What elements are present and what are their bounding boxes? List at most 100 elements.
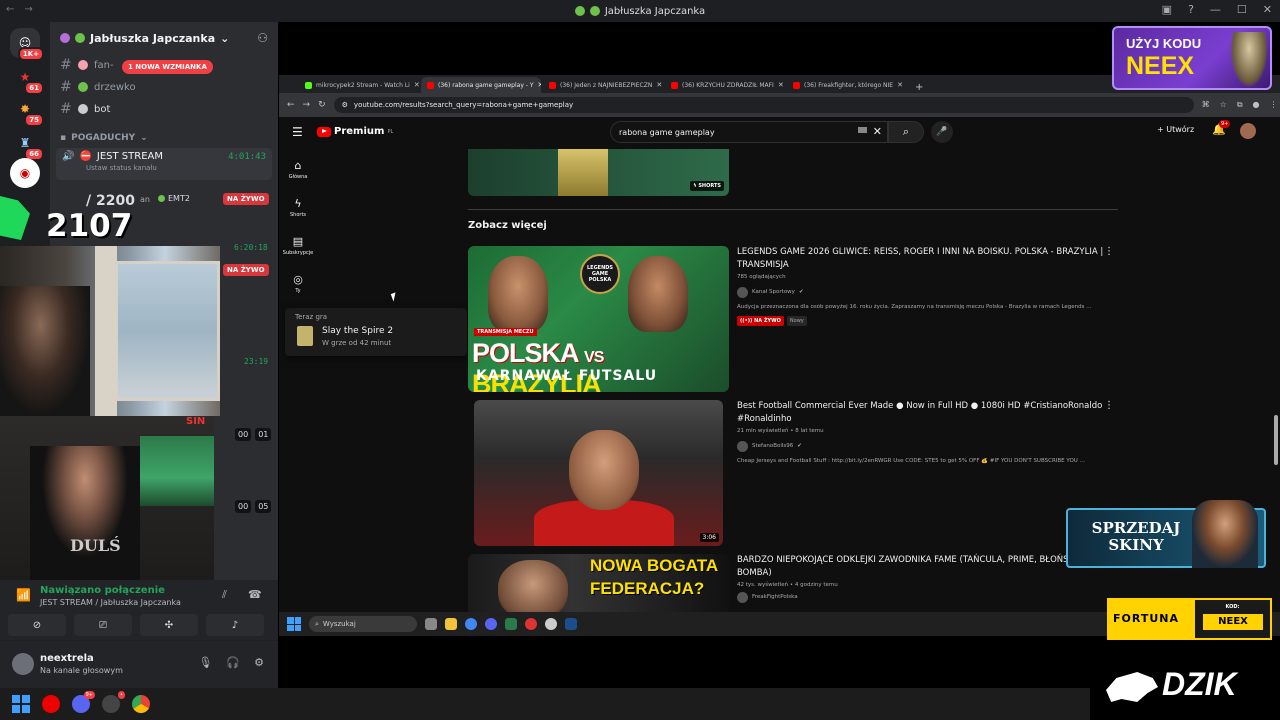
opera-icon[interactable] [42,695,60,713]
video-thumbnail[interactable]: NOWA BOGATA FEDERACJA? [468,554,729,612]
clear-search-icon[interactable]: ✕ [873,125,882,138]
noise-suppression-icon[interactable]: ⫽ [222,588,227,602]
close-tab-icon[interactable]: ✕ [778,81,784,89]
back-arrow-icon[interactable]: ← [6,4,14,15]
translate-icon[interactable]: ⌘ [1202,100,1210,110]
obs-icon[interactable]: • [102,691,125,713]
server-icon-c[interactable]: ♜ 66 [10,128,44,161]
file-explorer-icon[interactable] [445,618,457,630]
video-title[interactable]: BARDZO NIEPOKOJĄCE ODKLEJKI ZAWODNIKA FA… [737,554,1107,580]
voice-search-button[interactable]: 🎤 [931,121,953,143]
connection-channel[interactable]: JEST STREAM / Jabłuszka Japczanka [40,598,181,607]
close-button[interactable]: ✕ [1263,3,1272,16]
channel-link[interactable]: Kanał Sportowy ✔ [737,286,1107,298]
address-bar[interactable]: ⚙ youtube.com/results?search_query=rabon… [333,97,1194,113]
profile-icon[interactable]: ● [1253,100,1260,110]
soundboard-button[interactable]: ♪ [206,614,264,636]
avatar[interactable] [12,653,34,675]
server-icon-d[interactable]: ◉ [10,158,40,188]
windows-start-icon[interactable] [287,617,301,631]
screen-share-button[interactable]: ⎚ [74,614,132,636]
reload-icon[interactable]: ↻ [318,100,326,110]
video-title[interactable]: LEGENDS GAME 2026 GLIWICE: REISS, ROGER … [737,246,1107,272]
browser-tab[interactable]: mikrocypek2 Stream - Watch Li ✕ [299,77,419,93]
create-button[interactable]: + Utwórz [1157,125,1194,134]
add-member-icon[interactable]: ⚇ [257,31,268,45]
server-icon-a[interactable]: ★ 61 [10,62,44,95]
video-thumbnail[interactable]: 3:06 [474,400,723,546]
channel-link[interactable]: FreakFightPolska [737,591,1107,603]
browser-tab-active[interactable]: (36) rabona game gameplay - Y ✕ [421,77,541,93]
search-input[interactable]: rabona game gameplay ✕ [610,121,888,143]
avatar[interactable] [1240,123,1256,139]
connection-status[interactable]: Nawiązano połączenie [40,585,165,596]
video-thumbnail[interactable]: LEGENDS GAME POLSKA TRANSMISJA MECZU POL… [468,246,729,392]
chrome-icon[interactable] [132,695,150,713]
now-playing-popup[interactable]: Teraz gra Slay the Spire 2 W grze od 42 … [285,308,467,356]
close-tab-icon[interactable]: ✕ [414,81,419,89]
sidebar-item-home[interactable]: ⌂ Główna [279,159,317,180]
menu-icon[interactable]: ⋮ [1270,100,1278,110]
screen-share-icon[interactable]: ▣ [1162,3,1172,16]
browser-tab[interactable]: (36) Jeden z NAJNIEBEZPIECZN ✕ [543,77,663,93]
keyboard-icon[interactable] [858,127,867,133]
discord-home-icon[interactable]: ☺ 1K+ [10,28,44,61]
bookmark-icon[interactable]: ☆ [1220,100,1227,110]
disconnect-icon[interactable]: ☎ [248,588,262,601]
channel-item[interactable]: # bot [50,98,278,120]
hamburger-menu-icon[interactable]: ☰ [292,125,303,139]
search-button[interactable]: ⌕ [888,121,924,143]
discord-icon[interactable]: 9+ [72,691,95,713]
close-tab-icon[interactable]: ✕ [897,81,903,89]
windows-start-icon[interactable] [12,695,30,713]
username[interactable]: neextrela [40,653,94,664]
shorts-thumbnail[interactable]: ϟ SHORTS [468,149,729,196]
app-icon[interactable] [525,618,537,630]
taskbar-search[interactable]: ⌕ Wyszukaj [309,616,417,632]
set-status-link[interactable]: Ustaw status kanału [86,164,266,172]
excel-icon[interactable] [505,618,517,630]
chrome-icon[interactable] [465,618,477,630]
minimize-button[interactable]: — [1210,3,1221,16]
close-tab-icon[interactable]: ✕ [656,81,662,89]
browser-tab[interactable]: (36) Freakfighter, którego NIE ✕ [787,77,907,93]
notifications-icon[interactable]: 🔔 9+ [1212,120,1231,136]
close-tab-icon[interactable]: ✕ [538,81,541,89]
category-header[interactable]: ▪ POGADUCHY ⌄ [50,128,278,148]
steam-icon[interactable] [565,618,577,630]
video-title[interactable]: Best Football Commercial Ever Made ● Now… [737,400,1107,426]
settings-icon[interactable]: ⚙ [254,656,264,669]
help-icon[interactable]: ? [1188,3,1194,16]
obs-icon[interactable] [545,618,557,630]
browser-tab[interactable]: (36) KRZYCHU ZDRADZIŁ MAFI ✕ [665,77,785,93]
headphones-icon[interactable]: 🎧 [226,656,240,669]
activities-button[interactable]: ✣ [140,614,198,636]
more-options-icon[interactable]: ⋮ [1104,400,1114,411]
site-info-icon[interactable]: ⚙ [342,101,348,109]
back-icon[interactable]: ← [287,100,295,110]
server-header[interactable]: Jabłuszka Japczanka ⌄ ⚇ [50,22,278,54]
task-view-icon[interactable] [425,618,437,630]
sidebar-item-subscriptions[interactable]: ▤ Subskrypcje [279,235,317,256]
new-tab-button[interactable]: + [909,82,929,93]
forward-icon[interactable]: → [303,100,311,110]
extensions-icon[interactable]: ⧉ [1237,100,1243,110]
server-icon-b[interactable]: ✸ 75 [10,94,44,127]
more-options-icon[interactable]: ⋮ [1104,246,1114,257]
sidebar-item-shorts[interactable]: ϟ Shorts [279,197,317,218]
camera-off-button[interactable]: ⊘ [8,614,66,636]
youtube-logo[interactable]: Premium PL [317,126,393,137]
video-result[interactable]: LEGENDS GAME POLSKA TRANSMISJA MECZU POL… [468,246,1118,392]
discord-icon[interactable] [485,618,497,630]
channel-link[interactable]: StefanoBoils96 ✔ [737,440,1107,452]
scrollbar[interactable] [1274,415,1278,465]
new-mention-pill[interactable]: 1 NOWA WZMIANKA [122,60,213,74]
video-result[interactable]: 3:06 Best Football Commercial Ever Made … [468,400,1118,546]
sidebar-item-you[interactable]: ◎ Ty [279,273,317,294]
forward-arrow-icon[interactable]: → [24,4,32,15]
channel-item[interactable]: # drzewko [50,76,278,98]
maximize-button[interactable]: ☐ [1237,3,1247,16]
voice-channel[interactable]: 🔊 ⛔ JEST STREAM 4:01:43 Ustaw status kan… [56,148,272,180]
microphone-icon[interactable]: 🎙 [198,656,212,669]
video-result[interactable]: NOWA BOGATA FEDERACJA? BARDZO NIEPOKOJĄC… [468,554,1118,612]
